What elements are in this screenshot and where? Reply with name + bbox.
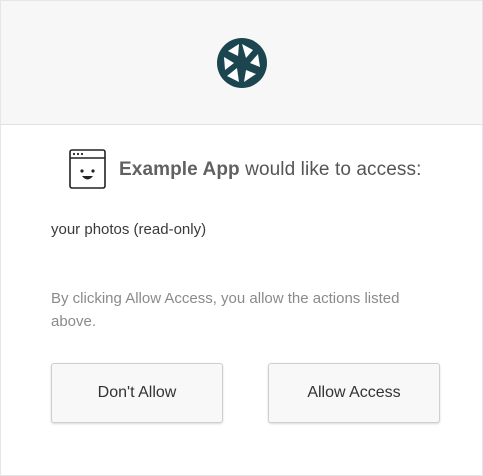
browser-window-smiley-icon — [69, 149, 106, 189]
dialog-header — [1, 1, 482, 125]
request-message: Example App would like to access: — [119, 160, 422, 179]
app-name: Example App — [119, 158, 240, 180]
request-message-text: would like to access: — [245, 158, 422, 180]
authorization-dialog: Example App would like to access: your p… — [0, 0, 483, 476]
allow-access-button[interactable]: Allow Access — [268, 363, 440, 423]
dont-allow-button[interactable]: Don't Allow — [51, 363, 223, 423]
access-request: Example App would like to access: — [69, 149, 422, 189]
permission-scope: your photos (read-only) — [51, 221, 207, 238]
camera-aperture-icon — [216, 37, 267, 88]
consent-notice: By clicking Allow Access, you allow the … — [51, 290, 400, 330]
